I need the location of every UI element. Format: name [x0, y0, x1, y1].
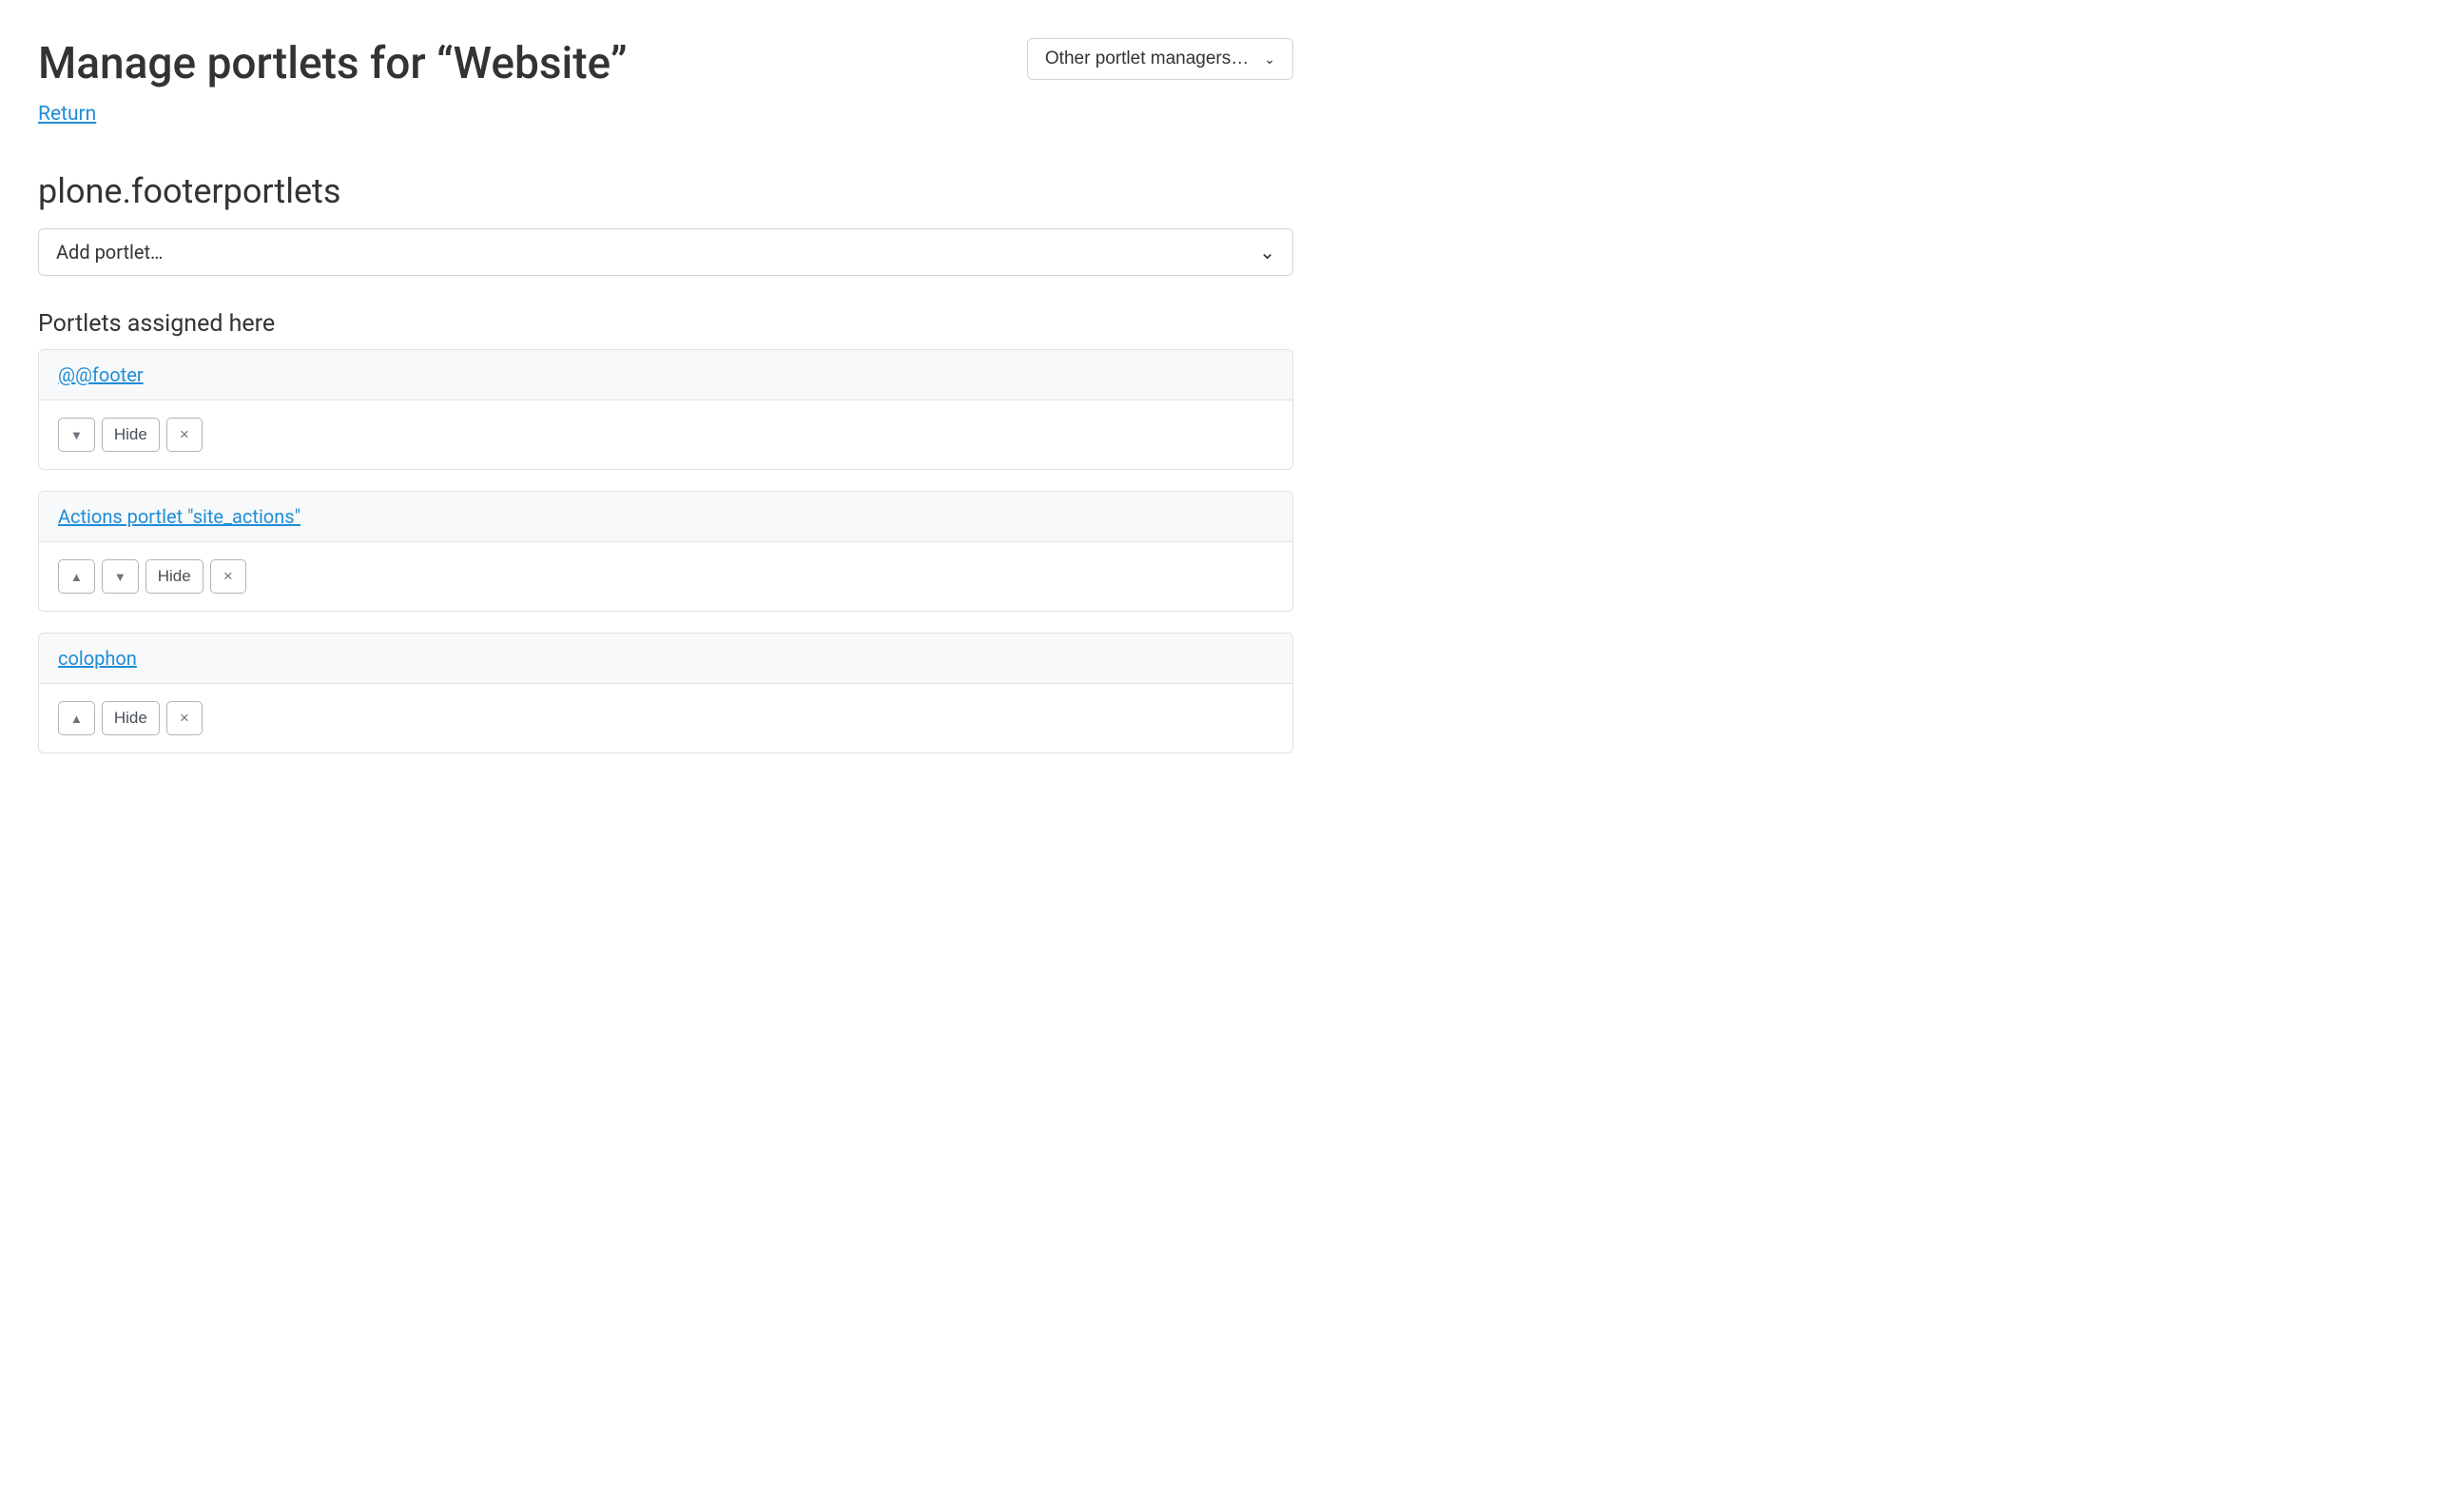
move-down-button[interactable]: ▼ — [58, 418, 95, 452]
remove-button[interactable]: × — [166, 701, 203, 735]
portlet-body: ▲Hide× — [39, 684, 1292, 752]
portlet-card: colophon ▲Hide× — [38, 633, 1293, 753]
section-title: plone.footerportlets — [38, 171, 1293, 211]
portlet-body: ▼Hide× — [39, 400, 1292, 469]
other-managers-dropdown[interactable]: Other portlet managers… ⌄ — [1027, 38, 1293, 80]
return-link[interactable]: Return — [38, 103, 96, 126]
portlet-card: Actions portlet "site_actions" ▲▼Hide× — [38, 491, 1293, 612]
portlet-header: colophon — [39, 634, 1292, 684]
portlet-header: @@footer — [39, 350, 1292, 400]
add-portlet-dropdown[interactable]: Add portlet… ⌄ — [38, 228, 1293, 276]
portlet-link[interactable]: colophon — [58, 647, 137, 670]
portlet-link[interactable]: @@footer — [58, 363, 144, 386]
portlet-header: Actions portlet "site_actions" — [39, 492, 1292, 542]
chevron-down-icon: ⌄ — [1264, 51, 1275, 68]
move-down-button[interactable]: ▼ — [102, 559, 139, 594]
remove-button[interactable]: × — [166, 418, 203, 452]
hide-button[interactable]: Hide — [146, 559, 204, 594]
other-managers-label: Other portlet managers… — [1045, 49, 1249, 69]
hide-button[interactable]: Hide — [102, 418, 160, 452]
page-title: Manage portlets for “Website” — [38, 38, 628, 89]
hide-button[interactable]: Hide — [102, 701, 160, 735]
move-up-button[interactable]: ▲ — [58, 559, 95, 594]
portlet-body: ▲▼Hide× — [39, 542, 1292, 611]
assigned-label: Portlets assigned here — [38, 310, 1293, 338]
add-portlet-label: Add portlet… — [56, 241, 163, 264]
portlet-link[interactable]: Actions portlet "site_actions" — [58, 505, 301, 528]
remove-button[interactable]: × — [210, 559, 246, 594]
chevron-down-icon: ⌄ — [1259, 241, 1275, 264]
portlet-card: @@footer ▼Hide× — [38, 349, 1293, 470]
move-up-button[interactable]: ▲ — [58, 701, 95, 735]
